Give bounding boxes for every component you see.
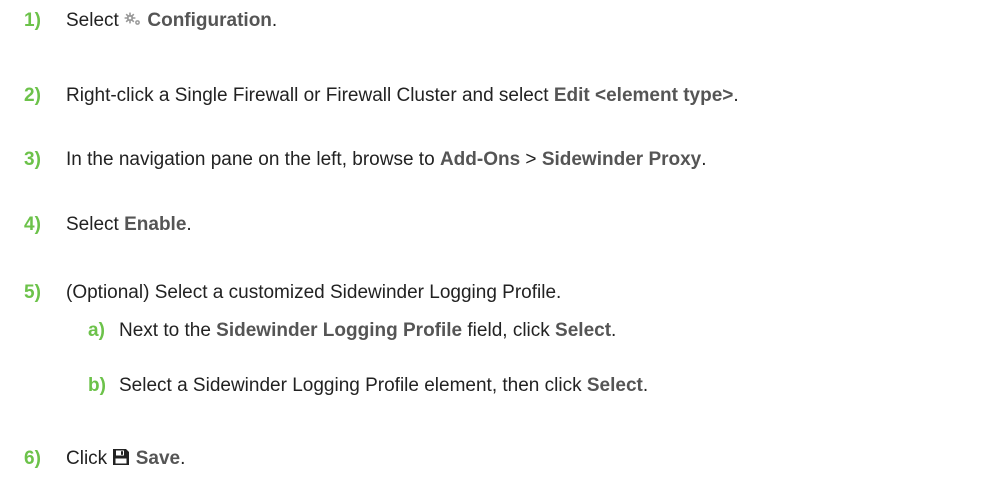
step-number: 3)	[24, 149, 41, 170]
step-text: In the navigation pane on the left, brow…	[66, 149, 707, 171]
step-number: 4)	[24, 214, 41, 235]
step-number: 6)	[24, 448, 41, 469]
step-text-plain: .	[271, 10, 278, 31]
step-number: 5)	[24, 282, 41, 303]
step-text-plain: Select	[66, 214, 125, 235]
step-text-plain: .	[701, 149, 707, 170]
substep-number: a)	[88, 320, 105, 341]
step-text-plain: Next to the	[119, 320, 217, 341]
save-icon	[112, 448, 130, 466]
configuration-label: Configuration	[147, 10, 272, 31]
step-text: Select Enable.	[66, 214, 192, 236]
step-text-plain: .	[733, 85, 739, 106]
step-text-plain: In the navigation pane on the left, brow…	[66, 149, 440, 170]
step-number: 1)	[24, 10, 41, 31]
step-text-plain: Select	[66, 10, 125, 31]
edit-element-type-label: Edit <element type>	[553, 85, 734, 106]
step-text-plain: .	[180, 448, 186, 469]
step-text-plain: .	[642, 375, 649, 396]
step-text: Right-click a Single Firewall or Firewal…	[66, 85, 739, 107]
gear-icon	[124, 12, 142, 26]
step-text-plain: .	[186, 214, 192, 235]
step-text: (Optional) Select a customized Sidewinde…	[66, 282, 562, 303]
step-text-plain: >	[520, 149, 542, 170]
step-text-plain: .	[611, 320, 617, 341]
step-text: Click Save.	[66, 448, 185, 470]
add-ons-label: Add-Ons	[439, 149, 521, 170]
step-text-plain: Select a Sidewinder Logging Profile elem…	[119, 375, 587, 396]
save-label: Save	[135, 448, 181, 469]
step-text-plain: field, click	[462, 320, 556, 341]
step-text: Select Configuration.	[66, 10, 277, 32]
sidewinder-logging-profile-label: Sidewinder Logging Profile	[216, 320, 463, 341]
sidewinder-proxy-label: Sidewinder Proxy	[541, 149, 702, 170]
step-text-plain: Click	[66, 448, 113, 469]
step-number: 2)	[24, 85, 41, 106]
enable-label: Enable	[124, 214, 187, 235]
substep-number: b)	[88, 375, 106, 396]
substep-text: Select a Sidewinder Logging Profile elem…	[119, 375, 648, 397]
select-label: Select	[555, 320, 612, 341]
substep-text: Next to the Sidewinder Logging Profile f…	[119, 320, 616, 342]
select-label: Select	[586, 375, 643, 396]
step-text-plain: Right-click a Single Firewall or Firewal…	[66, 85, 554, 106]
